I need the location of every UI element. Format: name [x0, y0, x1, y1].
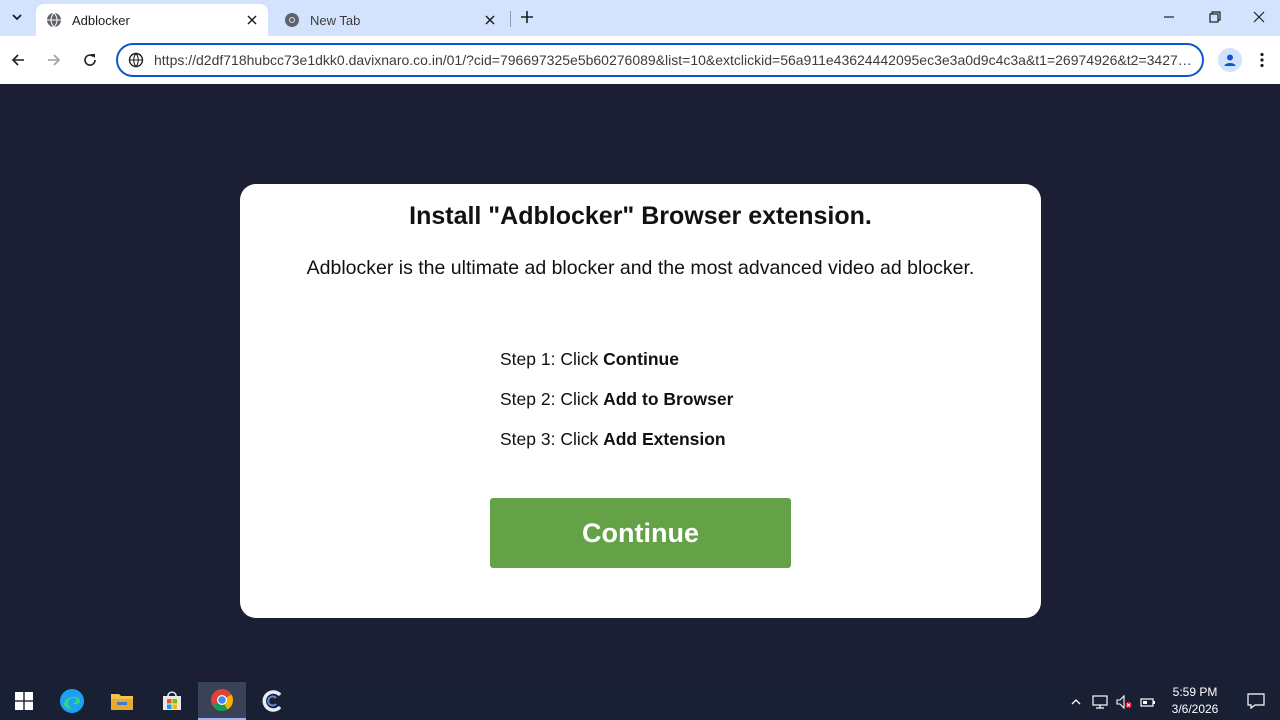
tab-title: New Tab: [310, 12, 361, 28]
tab-close-button[interactable]: [242, 10, 262, 30]
store-icon: [163, 691, 181, 710]
install-dialog-card: Install "Adblocker" Browser extension. A…: [240, 184, 1041, 618]
tab-strip: Adblocker New Tab: [0, 0, 1280, 36]
chevron-down-icon: [12, 14, 22, 21]
tab-separator: [510, 11, 511, 27]
tab-title: Adblocker: [72, 12, 130, 28]
step-action: Add Extension: [603, 429, 726, 449]
arrow-left-icon: [11, 54, 24, 66]
close-icon: [247, 15, 257, 25]
taskbar-chrome[interactable]: [198, 682, 246, 720]
ccleaner-icon: [262, 690, 282, 712]
network-icon: [1092, 695, 1108, 709]
windows-start-icon: [15, 692, 33, 710]
tab-new-tab[interactable]: New Tab: [274, 4, 506, 36]
window-close-button[interactable]: [1236, 0, 1280, 34]
restore-icon: [1209, 11, 1221, 23]
more-vertical-icon: [1260, 52, 1264, 68]
url-text[interactable]: https://d2df718hubcc73e1dkk0.davixnaro.c…: [154, 52, 1202, 68]
close-icon: [1253, 11, 1265, 23]
profile-button[interactable]: [1218, 48, 1242, 72]
tab-search-button[interactable]: [6, 6, 28, 28]
site-info-icon[interactable]: [128, 52, 144, 68]
file-explorer-icon: [111, 694, 133, 710]
edge-icon: [60, 689, 84, 713]
clock-time: 5:59 PM: [1172, 685, 1218, 699]
browser-menu-button[interactable]: [1252, 48, 1272, 72]
notification-icon: [1247, 693, 1265, 710]
address-bar[interactable]: https://d2df718hubcc73e1dkk0.davixnaro.c…: [116, 43, 1204, 77]
step-prefix: Step 1: Click: [500, 349, 604, 369]
taskbar-ccleaner[interactable]: [248, 682, 296, 720]
tray-battery-button[interactable]: [1139, 693, 1157, 711]
step-prefix: Step 2: Click: [500, 389, 604, 409]
chrome-icon: [211, 689, 233, 711]
steps-list: Step 1: Click Continue Step 2: Click Add…: [500, 348, 733, 468]
minimize-button[interactable]: [1146, 0, 1192, 34]
back-button[interactable]: [6, 48, 30, 72]
taskbar-store[interactable]: [148, 682, 196, 720]
start-button[interactable]: [0, 682, 48, 720]
action-center-button[interactable]: [1236, 682, 1276, 720]
chrome-icon: [285, 13, 299, 27]
reload-button[interactable]: [78, 48, 102, 72]
tab-close-button[interactable]: [480, 10, 500, 30]
restore-button[interactable]: [1192, 0, 1238, 34]
reload-icon: [84, 54, 96, 66]
volume-muted-icon: [1116, 694, 1132, 710]
tab-adblocker[interactable]: Adblocker: [36, 4, 268, 36]
new-tab-button[interactable]: [516, 6, 538, 28]
person-icon: [1224, 54, 1236, 66]
step-prefix: Step 3: Click: [500, 429, 604, 449]
page-subtitle: Adblocker is the ultimate ad blocker and…: [306, 257, 975, 279]
taskbar-clock[interactable]: 5:59 PM 3/6/2026: [1164, 684, 1226, 718]
close-icon: [485, 15, 495, 25]
tray-network-button[interactable]: [1091, 693, 1109, 711]
page-title: Install "Adblocker" Browser extension.: [409, 202, 872, 230]
chevron-up-icon: [1071, 699, 1081, 705]
continue-button[interactable]: Continue: [490, 498, 791, 568]
browser-toolbar: https://d2df718hubcc73e1dkk0.davixnaro.c…: [0, 36, 1280, 84]
step-item: Step 1: Click Continue: [500, 348, 733, 388]
plus-icon: [521, 11, 533, 23]
tray-volume-button[interactable]: [1115, 693, 1133, 711]
step-item: Step 3: Click Add Extension: [500, 428, 733, 468]
globe-icon: [47, 12, 61, 28]
step-action: Continue: [603, 349, 679, 369]
arrow-right-icon: [48, 54, 61, 66]
clock-date: 3/6/2026: [1171, 702, 1219, 716]
step-item: Step 2: Click Add to Browser: [500, 388, 733, 428]
step-action: Add to Browser: [603, 389, 734, 409]
taskbar-edge[interactable]: [48, 682, 96, 720]
forward-button[interactable]: [42, 48, 66, 72]
page-viewport: Install "Adblocker" Browser extension. A…: [6, 84, 1280, 682]
battery-icon: [1140, 698, 1155, 707]
minimize-icon: [1164, 16, 1174, 18]
taskbar-file-explorer[interactable]: [98, 682, 146, 720]
windows-taskbar: 5:59 PM 3/6/2026: [0, 682, 1280, 720]
tray-overflow-button[interactable]: [1067, 693, 1085, 711]
